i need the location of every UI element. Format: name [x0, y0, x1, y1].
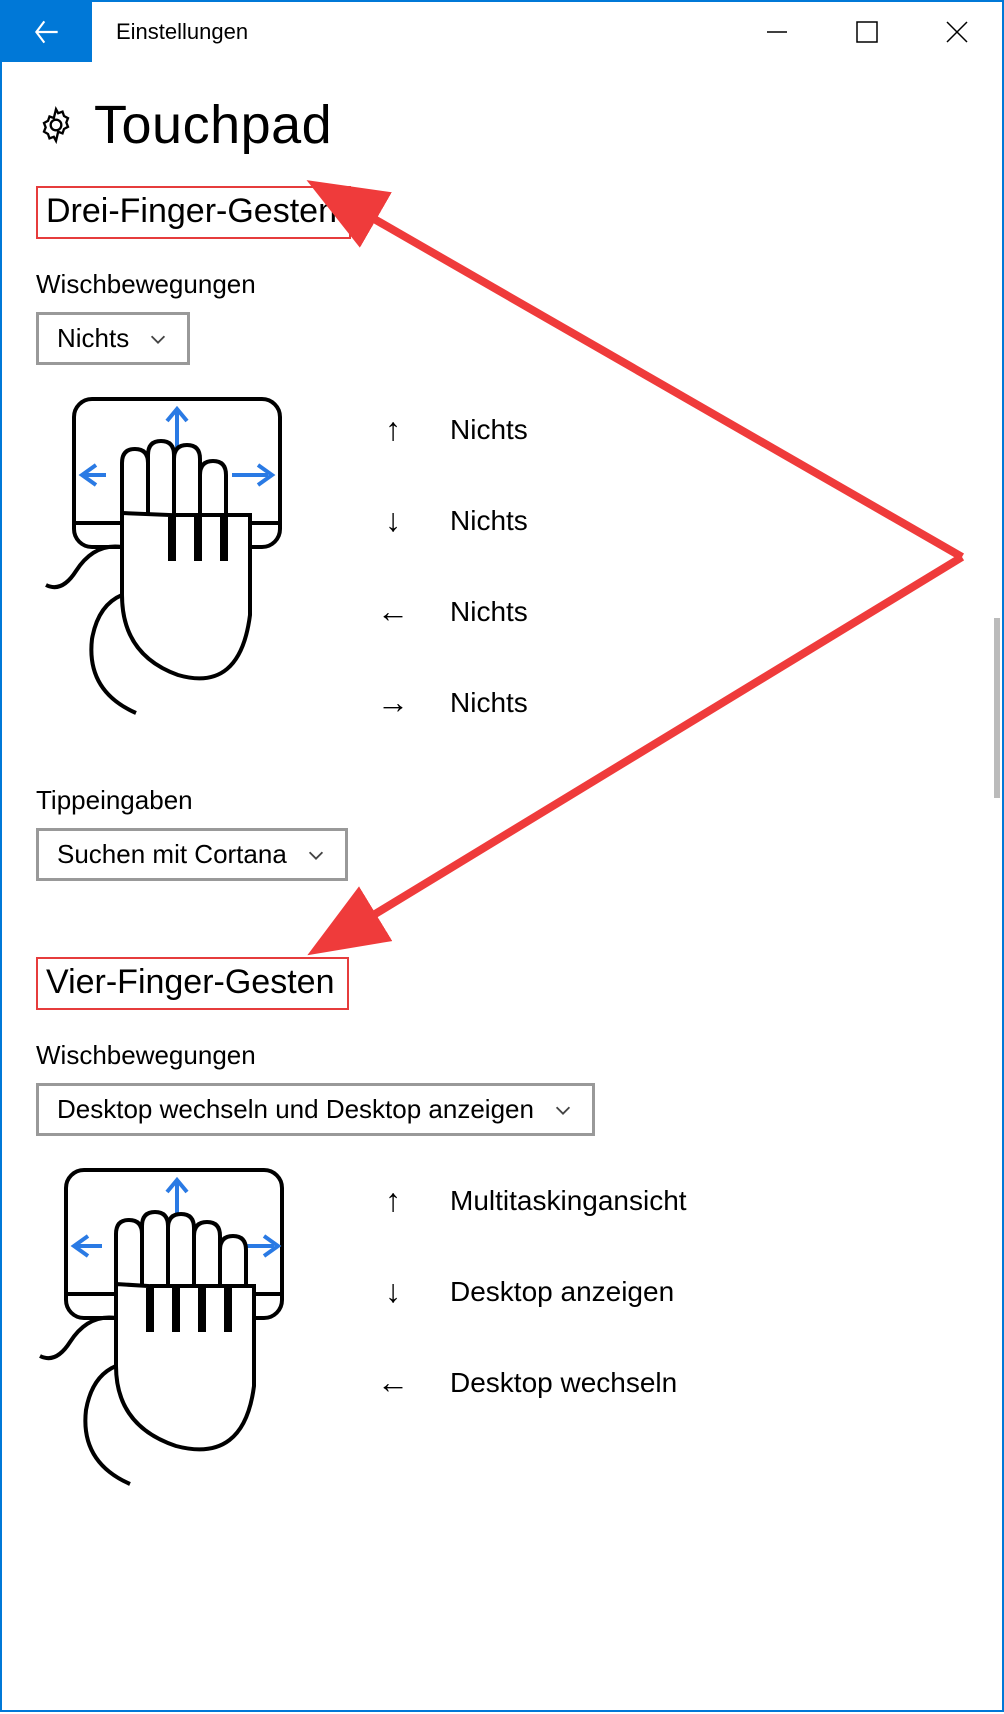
arrow-down-icon: ↓	[376, 502, 410, 539]
section-three-finger-title: Drei-Finger-Gesten	[36, 186, 351, 239]
chevron-down-icon	[147, 328, 169, 350]
gesture-left: ← Nichts	[376, 593, 528, 630]
close-button[interactable]	[912, 2, 1002, 62]
minimize-icon	[765, 20, 789, 44]
arrow-down-icon: ↓	[376, 1273, 410, 1310]
minimize-button[interactable]	[732, 2, 822, 62]
section-four-finger-title: Vier-Finger-Gesten	[36, 957, 349, 1010]
gesture-down-label: Nichts	[450, 505, 528, 537]
maximize-button[interactable]	[822, 2, 912, 62]
gesture-down: ↓ Nichts	[376, 502, 528, 539]
gesture-left-label: Nichts	[450, 596, 528, 628]
gesture-up-label: Nichts	[450, 414, 528, 446]
content-area: Touchpad Drei-Finger-Gesten Wischbewegun…	[2, 62, 1002, 1526]
three-finger-gesture-row: ↑ Nichts ↓ Nichts ← Nichts → Nichts	[36, 395, 968, 755]
gesture-left-4-label: Desktop wechseln	[450, 1367, 677, 1399]
gesture-up: ↑ Nichts	[376, 411, 528, 448]
three-tap-label: Tippeingaben	[36, 785, 968, 816]
arrow-right-icon: →	[376, 684, 410, 721]
three-tap-value: Suchen mit Cortana	[57, 839, 287, 870]
four-swipe-dropdown[interactable]: Desktop wechseln und Desktop anzeigen	[36, 1083, 595, 1136]
four-finger-gesture-list: ↑ Multitaskingansicht ↓ Desktop anzeigen ←…	[376, 1182, 687, 1401]
arrow-left-icon: ←	[376, 593, 410, 630]
three-finger-diagram	[36, 395, 296, 755]
gesture-down-4: ↓ Desktop anzeigen	[376, 1273, 687, 1310]
maximize-icon	[856, 21, 878, 43]
page-header: Touchpad	[36, 94, 968, 156]
gear-icon	[36, 105, 76, 145]
four-finger-gesture-row: ↑ Multitaskingansicht ↓ Desktop anzeigen ←…	[36, 1166, 968, 1526]
window-title: Einstellungen	[116, 19, 248, 45]
scrollbar-thumb[interactable]	[994, 618, 1000, 798]
three-tap-dropdown[interactable]: Suchen mit Cortana	[36, 828, 348, 881]
gesture-down-4-label: Desktop anzeigen	[450, 1276, 674, 1308]
chevron-down-icon	[305, 844, 327, 866]
arrow-up-icon: ↑	[376, 1182, 410, 1219]
four-swipe-label: Wischbewegungen	[36, 1040, 968, 1071]
gesture-up-4-label: Multitaskingansicht	[450, 1185, 687, 1217]
three-finger-gesture-list: ↑ Nichts ↓ Nichts ← Nichts → Nichts	[376, 411, 528, 721]
back-button[interactable]	[2, 2, 92, 62]
three-swipe-dropdown[interactable]: Nichts	[36, 312, 190, 365]
arrow-left-icon	[31, 16, 63, 48]
gesture-right: → Nichts	[376, 684, 528, 721]
gesture-up-4: ↑ Multitaskingansicht	[376, 1182, 687, 1219]
three-swipe-label: Wischbewegungen	[36, 269, 968, 300]
titlebar: Einstellungen	[2, 2, 1002, 62]
arrow-left-icon: ←	[376, 1364, 410, 1401]
chevron-down-icon	[552, 1099, 574, 1121]
arrow-up-icon: ↑	[376, 411, 410, 448]
gesture-left-4: ← Desktop wechseln	[376, 1364, 687, 1401]
window-controls	[732, 2, 1002, 62]
gesture-right-label: Nichts	[450, 687, 528, 719]
four-swipe-value: Desktop wechseln und Desktop anzeigen	[57, 1094, 534, 1125]
four-finger-diagram	[36, 1166, 296, 1526]
three-swipe-value: Nichts	[57, 323, 129, 354]
page-title: Touchpad	[94, 94, 332, 156]
close-icon	[945, 20, 969, 44]
